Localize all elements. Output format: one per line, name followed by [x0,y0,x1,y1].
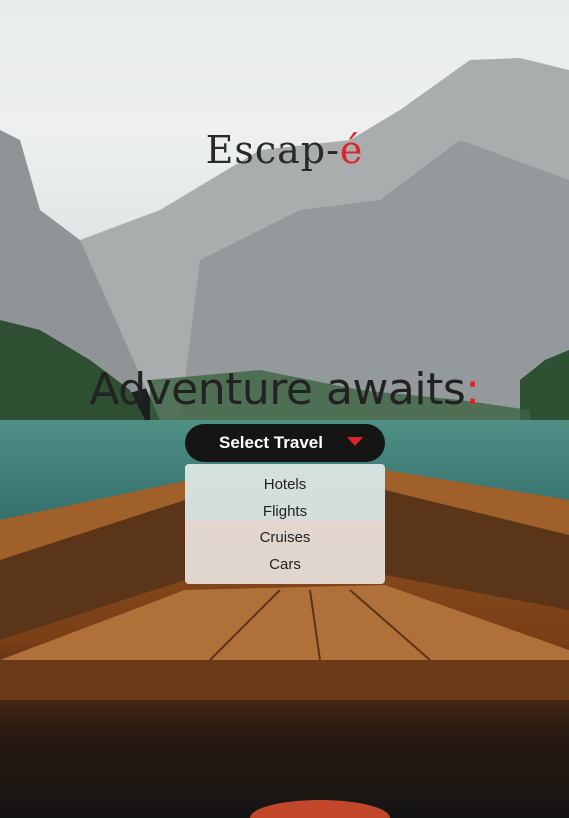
triangle-down-icon [347,437,363,446]
dropdown-option-cars[interactable]: Cars [185,554,385,581]
headline-text: Adventure awaits [89,364,466,415]
travel-dropdown-menu: Hotels Flights Cruises Cars [185,464,385,584]
dropdown-option-hotels[interactable]: Hotels [185,474,385,501]
brand-logo[interactable]: Escap-é [0,128,569,172]
select-travel-button[interactable]: Select Travel [185,424,385,462]
boat-seat-front [0,660,569,700]
hero-headline: Adventure awaits: [0,364,569,415]
dropdown-option-flights[interactable]: Flights [185,501,385,528]
headline-accent: : [465,364,480,415]
brand-accent: é [339,128,364,172]
select-travel-label: Select Travel [219,433,323,452]
life-ring [250,800,390,818]
brand-name: Escap- [205,128,340,172]
dropdown-option-cruises[interactable]: Cruises [185,527,385,554]
